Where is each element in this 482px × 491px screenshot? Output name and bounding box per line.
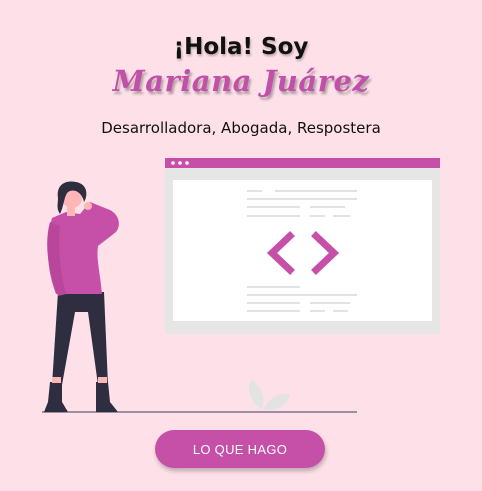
what-i-do-button[interactable]: LO QUE HAGO bbox=[155, 430, 325, 468]
browser-window-illustration bbox=[165, 158, 440, 334]
woman-figure-illustration bbox=[44, 181, 119, 412]
name-heading: Mariana Juárez bbox=[112, 64, 370, 98]
greeting-heading: ¡Hola! Soy bbox=[173, 34, 309, 60]
developer-illustration bbox=[42, 158, 440, 413]
leaf-icon bbox=[248, 380, 290, 411]
hero-section: ¡Hola! Soy Mariana Juárez Desarrolladora… bbox=[0, 0, 482, 491]
window-dots-icon bbox=[171, 161, 189, 165]
roles-subtitle: Desarrolladora, Abogada, Respostera bbox=[101, 119, 381, 137]
